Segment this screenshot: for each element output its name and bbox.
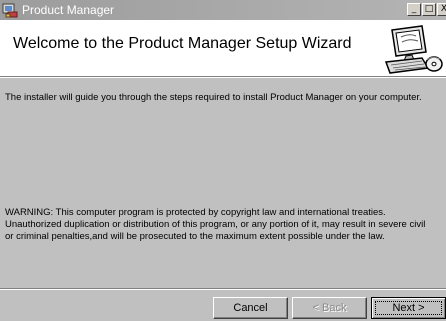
title-bar[interactable]: Product Manager _ □ X — [0, 0, 446, 20]
cancel-button[interactable]: Cancel — [213, 297, 288, 319]
wizard-title: Welcome to the Product Manager Setup Wiz… — [13, 35, 352, 52]
copyright-warning: WARNING: This computer program is protec… — [5, 207, 445, 243]
next-button[interactable]: Next > — [371, 297, 446, 319]
footer-divider-highlight — [0, 289, 446, 290]
warning-line: or criminal penalties,and will be prosec… — [5, 231, 385, 242]
intro-text: The installer will guide you through the… — [5, 92, 422, 103]
header-divider — [0, 77, 446, 78]
minimize-button[interactable]: _ — [407, 3, 421, 16]
installer-app-icon — [2, 3, 18, 18]
warning-line: WARNING: This computer program is protec… — [5, 207, 386, 218]
computer-setup-icon — [384, 25, 443, 74]
next-button-label: Next > — [375, 301, 442, 315]
close-button[interactable]: X — [437, 3, 446, 16]
window-title: Product Manager — [22, 3, 115, 17]
wizard-header: Welcome to the Product Manager Setup Wiz… — [0, 20, 446, 77]
warning-line: Unauthorized duplication or distribution… — [5, 219, 426, 230]
back-button[interactable]: < Back — [292, 297, 367, 319]
maximize-button[interactable]: □ — [422, 3, 436, 16]
